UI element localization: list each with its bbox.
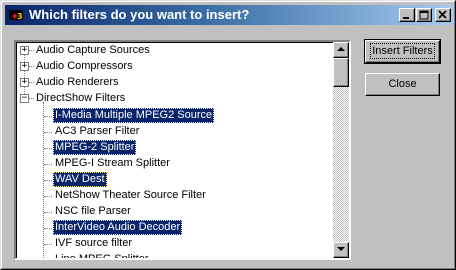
close-window-button[interactable]	[435, 8, 451, 22]
app-icon: + 3	[8, 7, 24, 23]
tree-item-audio-renderers[interactable]: + Audio Renderers	[16, 75, 336, 91]
tree-item-label: InterVideo Audio Decoder	[53, 220, 183, 235]
filter-item-wav-dest[interactable]: WAV Dest	[16, 172, 336, 188]
tree-item-audio-capture-sources[interactable]: + Audio Capture Sources	[16, 43, 336, 59]
filter-item-imedia-mpeg2-source[interactable]: I-Media Multiple MPEG2 Source	[16, 108, 336, 124]
svg-text:3: 3	[17, 12, 23, 21]
tree-item-label: I-Media Multiple MPEG2 Source	[53, 108, 215, 123]
tree-connector	[44, 196, 52, 197]
filter-item-line-mpeg-splitter[interactable]: Line MPEG Splitter	[16, 252, 336, 260]
close-button[interactable]: Close	[365, 73, 440, 96]
tree-connector	[44, 228, 52, 229]
insert-filters-label: Insert Filters	[370, 43, 435, 59]
tree-item-label: WAV Dest	[53, 172, 107, 187]
filter-item-netshow-theater-source[interactable]: NetShow Theater Source Filter	[16, 188, 336, 204]
close-label: Close	[388, 78, 417, 90]
filter-item-ivf-source[interactable]: IVF source filter	[16, 236, 336, 252]
tree-item-label: Audio Renderers	[36, 76, 119, 88]
filter-tree[interactable]: + Audio Capture Sources + Audio Compress…	[14, 40, 351, 260]
minimize-icon	[403, 17, 409, 19]
tree-item-label: Audio Capture Sources	[36, 44, 150, 56]
tree-item-directshow-filters[interactable]: − DirectShow Filters	[16, 91, 336, 107]
tree-connector	[44, 164, 52, 165]
expand-icon[interactable]: +	[20, 62, 29, 71]
up-arrow-icon	[337, 47, 345, 51]
minimize-button[interactable]	[399, 8, 415, 22]
tree-item-label: Line MPEG Splitter	[55, 253, 149, 260]
tree-connector	[44, 180, 52, 181]
down-arrow-icon	[337, 247, 345, 251]
scroll-up-button[interactable]	[333, 42, 349, 58]
scroll-down-button[interactable]	[333, 242, 349, 258]
tree-item-label: IVF source filter	[55, 237, 133, 249]
dialog-window: + 3 Which filters do you want to insert?…	[0, 0, 456, 270]
maximize-button[interactable]	[416, 8, 432, 22]
collapse-icon[interactable]: −	[20, 94, 29, 103]
tree-connector	[44, 116, 52, 117]
tree-item-audio-compressors[interactable]: + Audio Compressors	[16, 59, 336, 75]
tree-item-label: Audio Compressors	[36, 60, 133, 72]
dialog-frame: + 3 Which filters do you want to insert?…	[1, 1, 455, 269]
expand-icon[interactable]: +	[20, 46, 29, 55]
tree-item-label: MPEG-2 Splitter	[53, 140, 137, 155]
filter-item-mpeg2-splitter[interactable]: MPEG-2 Splitter	[16, 140, 336, 156]
tree-item-label: AC3 Parser Filter	[55, 125, 140, 137]
tree-connector	[44, 132, 52, 133]
tree-item-label: DirectShow Filters	[36, 92, 126, 104]
filter-item-mpeg1-stream-splitter[interactable]: MPEG-I Stream Splitter	[16, 156, 336, 172]
window-title: Which filters do you want to insert?	[29, 7, 250, 22]
close-icon	[438, 10, 447, 19]
insert-filters-button[interactable]: Insert Filters	[365, 40, 440, 63]
maximize-icon	[419, 10, 429, 20]
expand-icon[interactable]: +	[20, 78, 29, 87]
filter-item-ac3-parser[interactable]: AC3 Parser Filter	[16, 124, 336, 140]
tree-item-label: MPEG-I Stream Splitter	[55, 157, 170, 169]
filter-item-nsc-file-parser[interactable]: NSC file Parser	[16, 204, 336, 220]
tree-connector	[44, 244, 52, 245]
scroll-thumb[interactable]	[333, 58, 349, 87]
tree-connector	[44, 212, 52, 213]
tree-item-label: NetShow Theater Source Filter	[55, 189, 206, 201]
tree-scrollbar[interactable]	[333, 42, 349, 258]
tree-connector	[44, 148, 52, 149]
title-bar[interactable]: + 3 Which filters do you want to insert?	[5, 5, 453, 25]
filter-item-intervideo-audio-decoder[interactable]: InterVideo Audio Decoder	[16, 220, 336, 236]
tree-item-label: NSC file Parser	[55, 205, 131, 217]
